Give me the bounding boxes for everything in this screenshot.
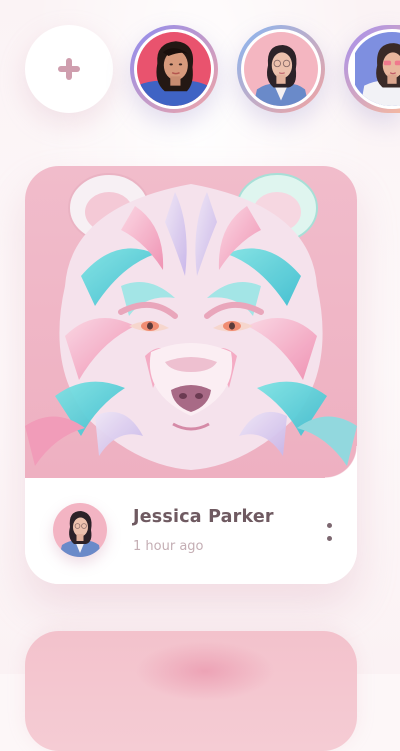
post-timestamp: 1 hour ago [133,539,204,554]
story-photo [137,32,211,106]
author-portrait [53,503,107,557]
add-story-button[interactable] [25,25,113,113]
bear-illustration [25,166,357,478]
stories-row [0,0,400,140]
author-avatar[interactable] [53,503,107,557]
post-image[interactable] [25,166,357,478]
story-photo [244,32,318,106]
portrait-image [355,32,400,106]
plus-icon [58,58,80,80]
more-options-button[interactable] [317,516,341,548]
story-avatar-3[interactable] [344,25,400,113]
post-footer: Jessica Parker 1 hour ago [25,446,357,584]
next-post-card[interactable] [25,631,357,751]
portrait-image [244,32,318,106]
story-avatar-2[interactable] [237,25,325,113]
portrait-image [137,32,211,106]
post-card[interactable]: Jessica Parker 1 hour ago [25,166,357,584]
more-vertical-icon [326,523,332,528]
author-name[interactable]: Jessica Parker [133,507,274,527]
story-photo [351,32,400,106]
story-avatar-1[interactable] [130,25,218,113]
